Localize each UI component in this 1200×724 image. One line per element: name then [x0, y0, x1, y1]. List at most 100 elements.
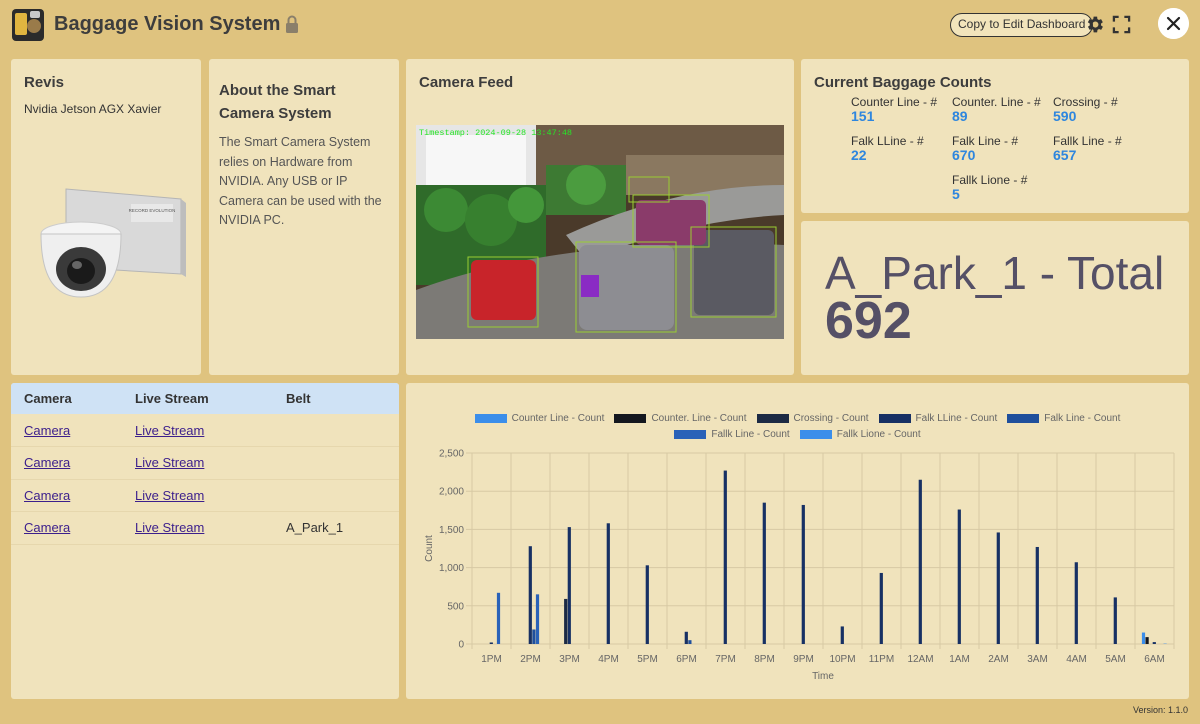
bar-3-2pm — [528, 546, 532, 644]
y-tick-label: 2,000 — [439, 487, 464, 498]
legend-label: Falk LLine - Count — [915, 413, 998, 424]
count-chart-panel: 0 500 1,000 1,500 2,000 2,500 1PM 2PM 3PM 4PM 5PM 6… — [406, 383, 1189, 699]
count-crossing: Crossing - # 590 — [1053, 95, 1118, 124]
belt-cell — [273, 446, 399, 480]
legend-swatch — [1007, 414, 1040, 423]
legend-row: Counter Line - Count Counter. Line - Coun… — [406, 413, 1189, 424]
legend-label: Fallk Lione - Count — [836, 429, 921, 440]
x-tick-label: 4PM — [598, 654, 619, 665]
camera-feed-title: Camera Feed — [419, 74, 514, 91]
live-stream-link[interactable]: Live Stream — [135, 455, 204, 470]
legend-swatch — [756, 414, 789, 423]
legend-item[interactable]: Counter Line - Count — [474, 413, 604, 424]
camera-link[interactable]: Camera — [24, 423, 70, 438]
lock-icon — [286, 15, 298, 33]
legend-swatch — [474, 414, 507, 423]
total-value: 692 — [825, 292, 912, 350]
table-row: Camera Live Stream — [11, 479, 399, 512]
live-stream-link[interactable]: Live Stream — [135, 423, 204, 438]
x-tick-label: 5PM — [637, 654, 658, 665]
legend-label: Crossing - Count — [793, 413, 869, 424]
count-fallk-lione: Fallk Lione - # 5 — [952, 173, 1028, 202]
bar-4-2pm — [532, 629, 536, 644]
belt-cell — [273, 414, 399, 447]
x-tick-label: 12AM — [907, 654, 933, 665]
legend-row: Fallk Line - Count Fallk Lione - Count — [406, 429, 1189, 440]
bar-5-2pm — [535, 594, 540, 644]
bar-0-6am — [1141, 632, 1146, 644]
y-tick-label: 500 — [447, 601, 464, 612]
bar-3-12am — [918, 479, 922, 644]
y-tick-label: 1,500 — [439, 525, 464, 536]
bar-3-1pm — [489, 642, 493, 644]
legend-label: Counter. Line - Count — [651, 413, 747, 424]
legend-item[interactable]: Falk Line - Count — [1007, 413, 1120, 424]
chart-legend: Counter Line - Count Counter. Line - Coun… — [406, 413, 1189, 445]
bar-5-1pm — [496, 592, 501, 644]
legend-item[interactable]: Falk LLine - Count — [878, 413, 998, 424]
fullscreen-icon[interactable] — [1112, 15, 1131, 34]
bar-3-4pm — [606, 523, 610, 644]
app-logo — [12, 9, 44, 41]
x-tick-label: 6PM — [676, 654, 697, 665]
legend-item[interactable]: Crossing - Count — [756, 413, 869, 424]
y-axis-label: Count — [424, 535, 435, 562]
x-tick-label: 5AM — [1105, 654, 1126, 665]
x-tick-label: 11PM — [869, 654, 894, 665]
camera-link[interactable]: Camera — [24, 488, 70, 503]
column-header-belt: Belt — [273, 383, 399, 414]
legend-label: Fallk Line - Count — [711, 429, 790, 440]
legend-swatch — [674, 430, 707, 439]
bar-3-1am — [957, 509, 961, 644]
close-button[interactable] — [1158, 8, 1189, 39]
app-header: Baggage Vision System Copy to Edit Dashb… — [0, 0, 1200, 50]
camera-table-panel: Camera Live Stream Belt Camera Live Stre… — [11, 383, 399, 699]
legend-item[interactable]: Fallk Lione - Count — [799, 429, 921, 440]
bar-3-11pm — [879, 572, 883, 644]
about-title: About the Smart Camera System — [219, 82, 336, 122]
column-header-camera: Camera — [11, 383, 122, 414]
x-axis-label: Time — [812, 671, 834, 682]
y-tick-label: 1,000 — [439, 563, 464, 574]
legend-swatch — [878, 414, 911, 423]
legend-swatch — [614, 414, 647, 423]
legend-item[interactable]: Fallk Line - Count — [674, 429, 790, 440]
bar-1-6am — [1145, 637, 1149, 644]
table-row: Camera Live Stream A_Park_1 — [11, 511, 399, 545]
legend-label: Falk Line - Count — [1044, 413, 1121, 424]
live-stream-link[interactable]: Live Stream — [135, 488, 204, 503]
count-fallk-line: Fallk Line - # 657 — [1053, 134, 1122, 163]
copy-to-edit-dashboard-button[interactable]: Copy to Edit Dashboard — [950, 13, 1094, 37]
bar-3-6am — [1152, 642, 1156, 644]
table-header-row: Camera Live Stream Belt — [11, 383, 399, 414]
version-label: Version: 1.1.0 — [1132, 705, 1188, 715]
belt-cell — [273, 479, 399, 512]
x-tick-label: 7PM — [715, 654, 736, 665]
baggage-counts-panel: Current Baggage Counts Counter Line - # … — [801, 59, 1189, 213]
gear-icon[interactable] — [1084, 14, 1105, 35]
bar-3-4am — [1074, 562, 1078, 644]
bar-3-5pm — [645, 565, 649, 644]
count-falk-lline: Falk LLine - # 22 — [851, 134, 924, 163]
table-row: Camera Live Stream — [11, 414, 399, 447]
x-tick-label: 6AM — [1144, 654, 1165, 665]
bar-2-3pm — [564, 598, 568, 644]
camera-link[interactable]: Camera — [24, 520, 70, 535]
about-description: The Smart Camera System relies on Hardwa… — [219, 135, 382, 227]
bar-4-6pm — [688, 640, 692, 644]
x-tick-label: 2PM — [520, 654, 541, 665]
x-tick-label: 9PM — [793, 654, 814, 665]
camera-link[interactable]: Camera — [24, 455, 70, 470]
y-tick-label: 2,500 — [439, 449, 464, 460]
live-stream-link[interactable]: Live Stream — [135, 520, 204, 535]
legend-item[interactable]: Counter. Line - Count — [614, 413, 747, 424]
camera-device-image: RECORD EVOLUTION — [40, 188, 186, 298]
count-falk-line: Falk Line - # 670 — [952, 134, 1019, 163]
camera-feed-image[interactable]: Timestamp: 2024-09-28 13:47:48 — [416, 125, 784, 339]
revis-title: Revis — [24, 74, 65, 91]
baggage-counts-title: Current Baggage Counts — [814, 74, 992, 91]
bar-3-7pm — [723, 470, 727, 644]
x-tick-label: 3PM — [559, 654, 580, 665]
y-tick-label: 0 — [458, 640, 464, 651]
bar-3-3pm — [567, 527, 571, 644]
